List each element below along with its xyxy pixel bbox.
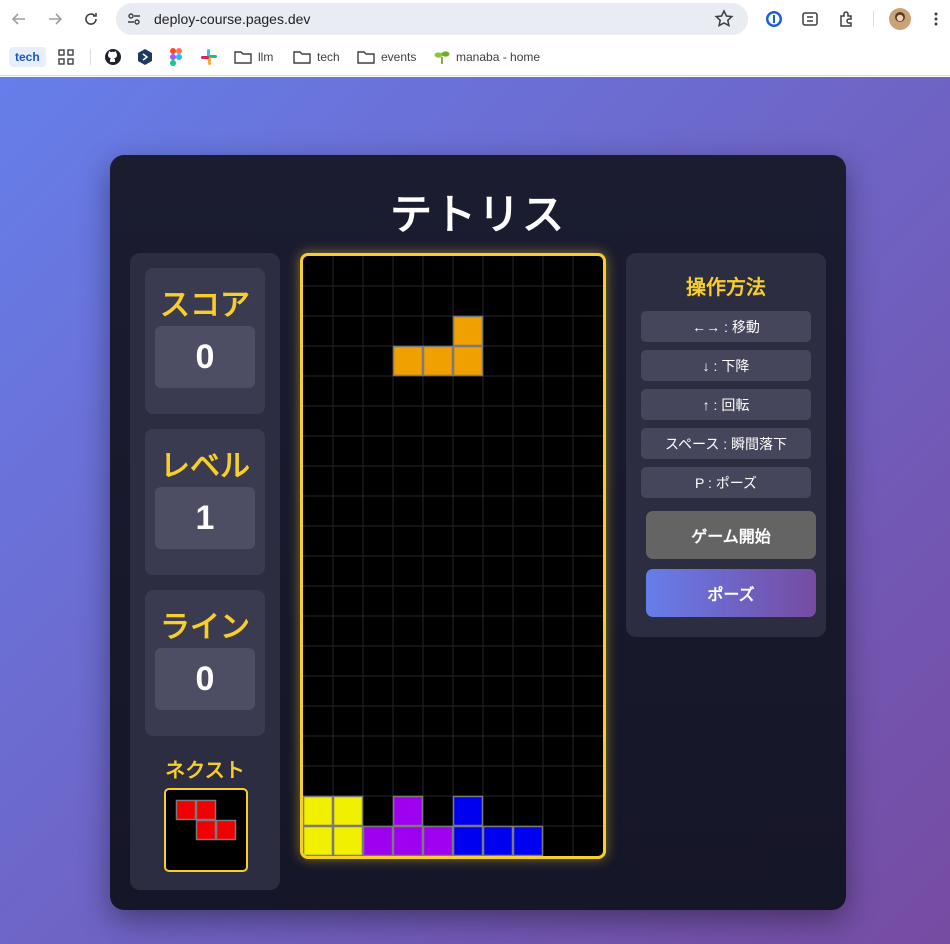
bookmark-folder-events[interactable]: events xyxy=(357,46,416,68)
forward-icon[interactable] xyxy=(44,8,66,30)
next-label: ネクスト xyxy=(165,760,245,782)
toolbar-divider xyxy=(873,11,874,27)
figma-icon[interactable] xyxy=(170,46,182,68)
bookmark-star-icon[interactable] xyxy=(714,9,734,29)
locked-block xyxy=(452,825,484,856)
level-card: レベル 1 xyxy=(145,429,265,575)
next-piece-block xyxy=(195,819,217,841)
game-title: テトリス xyxy=(389,191,566,238)
score-card: スコア 0 xyxy=(145,268,265,414)
next-piece-preview xyxy=(164,788,248,872)
lines-card: ライン 0 xyxy=(145,590,265,736)
sprout-icon xyxy=(434,51,450,64)
next-piece-block xyxy=(195,799,217,821)
lines-label: ライン xyxy=(160,611,250,644)
controls-panel: 操作方法 ←→ : 移動 ↓ : 下降 ↑ : 回転 スペース : 瞬間落下 P… xyxy=(626,253,826,637)
folder-icon xyxy=(293,51,311,64)
stats-panel: スコア 0 レベル 1 ライン 0 ネクスト xyxy=(130,253,280,890)
media-router-icon[interactable] xyxy=(799,8,821,30)
bookmark-folder-label: events xyxy=(381,50,417,64)
bookmark-manaba[interactable]: manaba - home xyxy=(434,46,540,68)
control-rotate: ↑ : 回転 xyxy=(641,389,811,420)
menu-kebab-icon[interactable] xyxy=(925,8,947,30)
locked-block xyxy=(332,825,364,856)
level-label: レベル xyxy=(160,450,250,483)
locked-block xyxy=(332,795,364,827)
locked-block xyxy=(303,795,334,827)
bookmark-folder-label: llm xyxy=(258,50,274,64)
page-background: テトリス スコア 0 レベル 1 ライン 0 ネクスト 操作方法 ←→: 移動… xyxy=(0,77,950,944)
folder-icon xyxy=(234,51,252,64)
locked-block xyxy=(422,825,454,856)
reload-icon[interactable] xyxy=(80,8,102,30)
score-value: 0 xyxy=(155,326,255,388)
control-move: ←→ : 移動 xyxy=(641,311,811,342)
falling-block xyxy=(422,345,454,377)
level-value: 1 xyxy=(155,487,255,549)
bookmark-label: manaba - home xyxy=(456,50,541,64)
extensions-icon[interactable] xyxy=(835,8,857,30)
locked-block xyxy=(362,825,394,856)
password-manager-icon[interactable] xyxy=(763,8,785,30)
controls-title: 操作方法 xyxy=(686,277,766,299)
avatar[interactable] xyxy=(889,8,911,30)
next-piece-block xyxy=(175,799,197,821)
url-text: deploy-course.pages.dev xyxy=(154,11,311,27)
next-piece-canvas xyxy=(175,799,237,841)
falling-block xyxy=(392,345,424,377)
board-canvas xyxy=(303,256,603,856)
hexagon-app-icon[interactable] xyxy=(137,46,153,68)
control-pause: P : ポーズ xyxy=(641,467,811,498)
bookmark-folder-llm[interactable]: llm xyxy=(234,46,273,68)
github-icon[interactable] xyxy=(104,46,122,68)
locked-block xyxy=(392,795,424,827)
bookmark-folder-label: tech xyxy=(317,50,340,64)
control-drop: ↓ : 下降 xyxy=(641,350,811,381)
next-piece-block xyxy=(215,819,237,841)
falling-block xyxy=(452,315,484,347)
bookmark-divider xyxy=(90,49,91,65)
locked-block xyxy=(512,825,544,856)
locked-block xyxy=(482,825,514,856)
address-bar[interactable]: deploy-course.pages.dev xyxy=(116,3,748,35)
locked-block xyxy=(392,825,424,856)
game-container: テトリス スコア 0 レベル 1 ライン 0 ネクスト 操作方法 ←→: 移動… xyxy=(110,155,846,910)
falling-block xyxy=(452,345,484,377)
start-game-button[interactable]: ゲーム開始 xyxy=(646,511,816,559)
browser-toolbar: deploy-course.pages.dev xyxy=(0,0,950,38)
apps-grid-icon[interactable] xyxy=(58,46,74,68)
site-info-icon[interactable] xyxy=(126,11,142,27)
pause-button[interactable]: ポーズ xyxy=(646,569,816,617)
back-icon[interactable] xyxy=(8,8,30,30)
slack-icon[interactable] xyxy=(200,46,218,68)
lines-value: 0 xyxy=(155,648,255,710)
score-label: スコア xyxy=(160,289,250,322)
locked-block xyxy=(303,825,334,856)
folder-icon xyxy=(357,51,375,64)
locked-block xyxy=(452,795,484,827)
bookmark-folder-tech[interactable]: tech xyxy=(293,46,340,68)
control-hard-drop: スペース : 瞬間落下 xyxy=(641,428,811,459)
bookmark-tech-chip[interactable]: tech xyxy=(9,47,46,67)
game-board[interactable] xyxy=(300,253,606,859)
